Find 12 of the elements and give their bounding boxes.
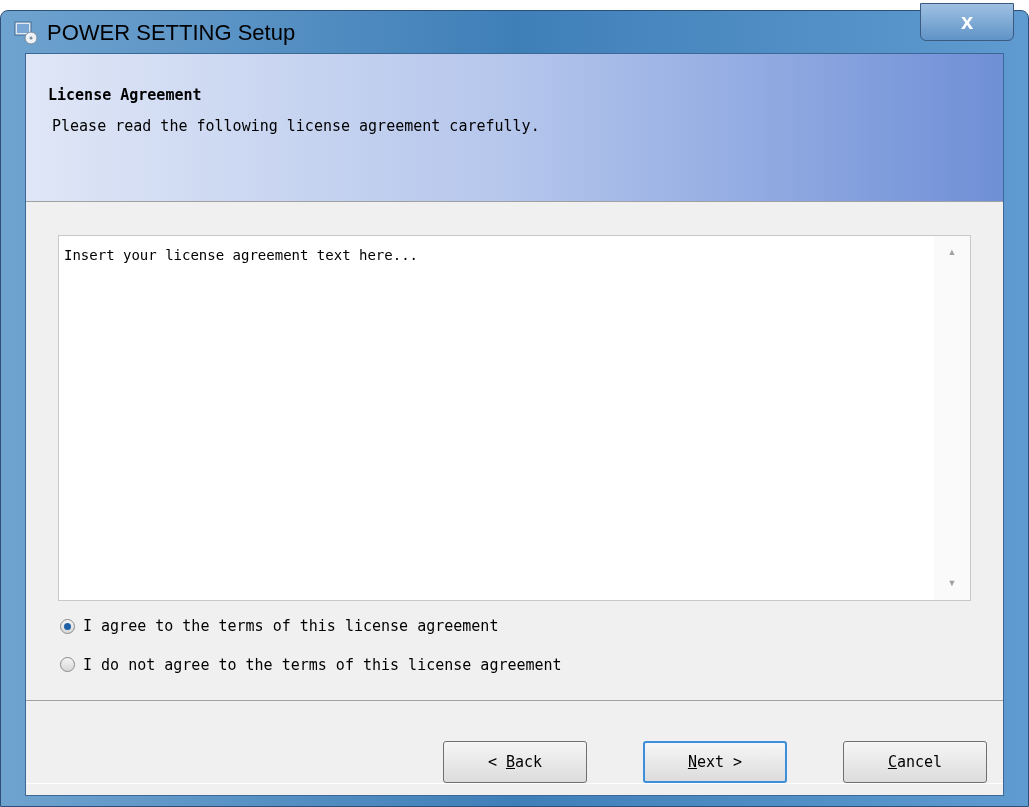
- header-title: License Agreement: [48, 85, 203, 106]
- dialog-button[interactable]: Next >: [643, 741, 787, 783]
- installer-icon: [13, 19, 39, 45]
- window-title: POWER SETTING Setup: [47, 18, 296, 47]
- radio-label: I agree to the terms of this license agreement: [83, 616, 499, 637]
- header-subtitle: Please read the following license agreement carefully.: [51, 115, 541, 137]
- license-text: Insert your license agreement text here...: [63, 246, 419, 265]
- radio-label: I do not agree to the terms of this license agreement: [83, 654, 562, 676]
- radio-button[interactable]: [60, 618, 75, 634]
- radio-button[interactable]: [60, 657, 75, 673]
- dialog-button[interactable]: < Back: [443, 741, 587, 783]
- dialog-button[interactable]: Cancel: [843, 741, 987, 783]
